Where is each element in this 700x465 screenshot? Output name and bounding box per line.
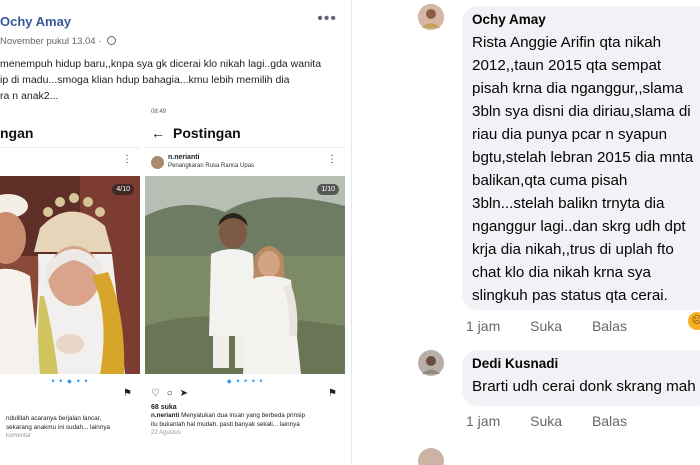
caption-line: Menyatukan dua insan yang berbeda prinsi… [181, 412, 306, 419]
post-text-line: menempuh hidup baru,,knpa sya gk dicerai… [0, 58, 322, 70]
comment-line: 3bln sya disni dia diriau,slama di [472, 103, 691, 120]
facebook-comments-screenshot: Ochy Amay Rista Anggie Arifin qta nikah … [356, 0, 700, 465]
like-button[interactable]: Suka [530, 413, 562, 429]
comment-icon[interactable]: ○ [167, 388, 173, 399]
wedding-photo: 4/10 [0, 176, 140, 374]
comment-line: slingkuh pas status qta cerai. [472, 287, 668, 304]
comment-text: Rista Anggie Arifin qta nikah 2012,,taun… [472, 31, 700, 307]
phone-statusbar: 08:49 [151, 109, 167, 115]
bookmark-icon[interactable]: ⚑ [123, 388, 132, 399]
post-text-line: ra n anak2... [0, 90, 59, 102]
comment-actions: 1 jam Suka Balas [466, 318, 653, 334]
share-icon[interactable]: ➤ [180, 388, 188, 399]
post-text: menempuh hidup baru,,knpa sya gk dicerai… [0, 56, 340, 104]
bookmark-icon[interactable]: ⚑ [328, 388, 337, 399]
caption-username[interactable]: n.nerianti [151, 412, 179, 419]
post-author-name[interactable]: Ochy Amay [0, 14, 71, 29]
likes-count[interactable]: 68 suka [145, 404, 345, 411]
comment-bubble: Dedi Kusnadi Brarti udh cerai donk skran… [462, 350, 700, 406]
caption-line: sekarang anakmu ini sudah... lainnya [6, 424, 110, 431]
instagram-header-title: ngan [0, 124, 34, 141]
comment-time[interactable]: 1 jam [466, 413, 500, 429]
carousel-dots: ● • • • • [226, 376, 264, 386]
avatar-illustration [418, 448, 444, 465]
more-options-icon[interactable]: ••• [317, 10, 337, 28]
comment-line: Rista Anggie Arifin qta nikah [472, 34, 662, 51]
wedding-photo-illustration [0, 176, 140, 374]
caption-line: ndulillah acaranya berjalan lancar, [6, 415, 102, 422]
avatar[interactable] [418, 350, 444, 376]
comment-line: 3bln...stelah balikn trnyta dia [472, 195, 665, 212]
kebab-menu-icon[interactable]: ⋮ [122, 154, 132, 165]
comment-author[interactable]: Ochy Amay [472, 12, 700, 27]
comment-actions: 1 jam Suka Balas [466, 413, 653, 429]
globe-icon [107, 36, 117, 45]
comment-line: pisah krna dia nganggur,,slama [472, 80, 684, 97]
post-text-line: ip di madu...smoga klian hdup bahagia...… [0, 74, 290, 86]
prewedding-photo: 1/10 [145, 176, 345, 374]
prewedding-photo-illustration [145, 176, 345, 374]
avatar[interactable] [151, 155, 164, 169]
carousel-dots: • • ● • • [51, 376, 89, 386]
avatar-illustration [418, 4, 444, 30]
avatar[interactable] [418, 448, 444, 465]
post-caption: n.nerianti Menyatukan dua insan yang ber… [145, 411, 345, 429]
post-time-text: November pukul 13.04 · [0, 36, 105, 47]
post-timestamp: November pukul 13.04 · [0, 36, 117, 47]
comment-time[interactable]: 1 jam [466, 318, 500, 334]
comment-bubble: Ochy Amay Rista Anggie Arifin qta nikah … [462, 6, 700, 310]
comment-line: 2012,,taun 2015 qta sempat [472, 57, 662, 74]
avatar-illustration [418, 350, 444, 376]
instagram-username[interactable]: n.nerianti Penangkaran Rusa Ranca Upas [168, 154, 254, 170]
heart-icon[interactable]: ♡ [151, 388, 160, 399]
comment-line: nganggur lagi..dan skrg udh dpt [472, 218, 686, 235]
comment-line: bgtu,stelah lebran 2015 dia mnta [472, 149, 694, 166]
reply-button[interactable]: Balas [592, 318, 627, 334]
instagram-header-title: Postingan [173, 124, 241, 141]
caption-line: itu bukanlah hal mudah. pasti banyak sek… [151, 421, 300, 428]
comment-line: krja dia nikah,,trus di uplah fto [472, 241, 674, 258]
like-button[interactable]: Suka [530, 318, 562, 334]
username-text: n.nerianti [168, 154, 200, 161]
post-date: 22 Agustus [151, 430, 181, 436]
post-location[interactable]: Penangkaran Rusa Ranca Upas [168, 162, 254, 170]
instagram-screenshot-wedding: ngan ⋮ 4/10 • • ● • • ⚑ ndulillah acaran… [0, 108, 142, 465]
photo-counter: 4/10 [112, 184, 134, 195]
post-actions: ⚑ [0, 388, 140, 402]
comment-line: Brarti udh cerai donk skrang mah [472, 378, 696, 395]
instagram-screenshot-prewedding: 08:49 ← Postingan n.nerianti Penangkaran … [145, 108, 345, 465]
view-comments-link[interactable]: komentar [0, 433, 140, 439]
phone-statusbar [0, 108, 140, 118]
comment-author[interactable]: Dedi Kusnadi [472, 356, 700, 371]
reply-button[interactable]: Balas [592, 413, 627, 429]
comment-text: Brarti udh cerai donk skrang mah [472, 375, 700, 398]
instagram-header: ngan [0, 118, 140, 148]
photo-counter: 1/10 [317, 184, 339, 195]
post-actions: ♡ ○ ➤ ⚑ [145, 388, 345, 402]
instagram-header: ← Postingan [145, 118, 345, 148]
comment-line: balikan,qta cuma pisah [472, 172, 628, 189]
facebook-post-screenshot: Ochy Amay November pukul 13.04 · ••• men… [0, 0, 352, 465]
instagram-user-row: n.nerianti Penangkaran Rusa Ranca Upas ⋮ [145, 148, 345, 176]
comment-line: chat klo dia nikah krna sya [472, 264, 651, 281]
back-arrow-icon[interactable]: ← [151, 125, 165, 141]
sad-reaction-icon[interactable]: ☹ [688, 312, 700, 330]
kebab-menu-icon[interactable]: ⋮ [327, 154, 337, 165]
avatar[interactable] [418, 4, 444, 30]
instagram-user-row: ⋮ [0, 148, 140, 176]
post-caption: ndulillah acaranya berjalan lancar, seka… [0, 414, 140, 432]
comment-line: riau dia punya pcar n syapun [472, 126, 668, 143]
